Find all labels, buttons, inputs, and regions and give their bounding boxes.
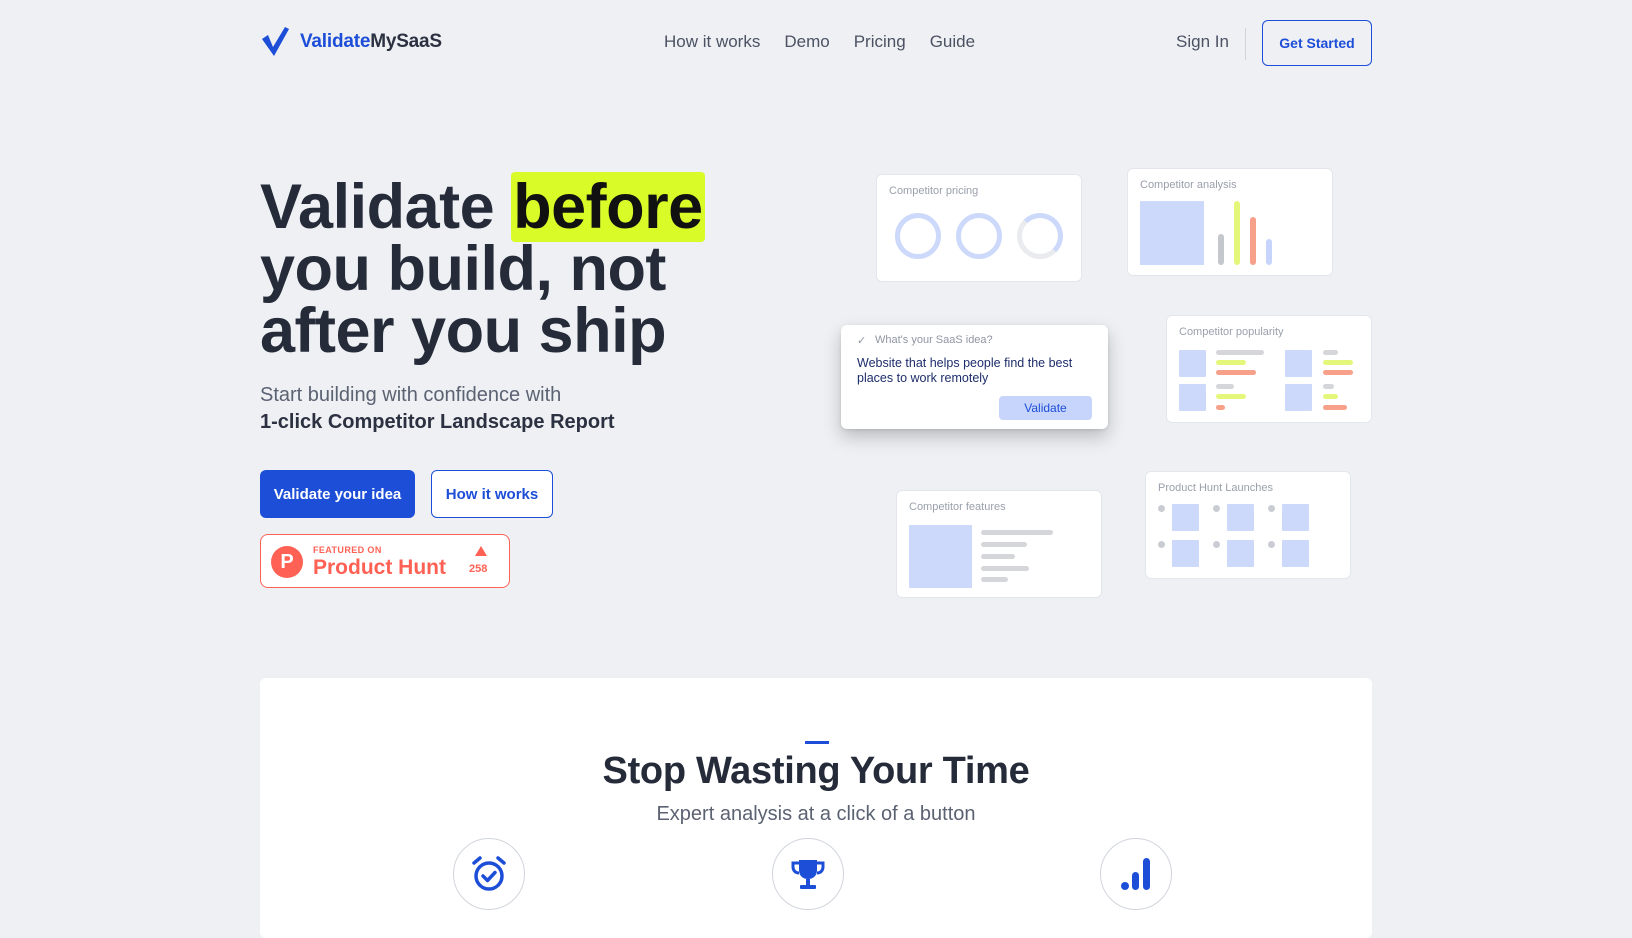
product-hunt-icon: P — [271, 546, 303, 578]
trophy-icon — [772, 838, 844, 910]
donut-chart — [895, 213, 941, 259]
product-hunt-launches-card: Product Hunt Launches — [1145, 471, 1351, 579]
alarm-clock-icon — [453, 838, 525, 910]
text-line — [1323, 370, 1353, 375]
sign-in-link[interactable]: Sign In — [1176, 32, 1229, 52]
product-hunt-badge[interactable]: P FEATURED ON Product Hunt 258 — [260, 534, 510, 588]
image-placeholder — [1282, 504, 1309, 531]
main-nav: How it works Demo Pricing Guide — [664, 32, 975, 52]
text-line — [981, 566, 1029, 571]
bullet-dot — [1158, 505, 1165, 512]
competitor-popularity-card: Competitor popularity — [1166, 315, 1372, 423]
chart-bar — [1234, 201, 1240, 265]
nav-pricing[interactable]: Pricing — [854, 32, 906, 52]
image-placeholder — [1227, 540, 1254, 567]
get-started-button[interactable]: Get Started — [1262, 20, 1372, 66]
nav-how-it-works[interactable]: How it works — [664, 32, 760, 52]
chart-bar — [1250, 217, 1256, 265]
text-line — [1216, 405, 1225, 410]
text-line — [1216, 350, 1264, 355]
highlighted-word: before — [511, 172, 705, 242]
image-placeholder — [1227, 504, 1254, 531]
idea-input[interactable]: Website that helps people find the best … — [857, 356, 1087, 386]
text-line — [1323, 384, 1334, 389]
text-line — [981, 530, 1053, 535]
image-placeholder — [1285, 350, 1312, 377]
upvote-count: 258 — [469, 563, 488, 575]
validate-button[interactable]: Validate — [999, 396, 1092, 420]
donut-chart — [956, 213, 1002, 259]
text-line — [1323, 405, 1347, 410]
bullet-dot — [1268, 541, 1275, 548]
image-placeholder — [1140, 201, 1204, 265]
chart-bar — [1218, 234, 1224, 265]
section-subtitle: Expert analysis at a click of a button — [656, 803, 976, 825]
validate-idea-button[interactable]: Validate your idea — [260, 470, 415, 518]
section-title: Stop Wasting Your Time — [602, 750, 1030, 792]
bar-chart-icon — [1100, 838, 1172, 910]
logo-mark-icon — [262, 27, 289, 56]
text-line — [1216, 384, 1234, 389]
how-it-works-button[interactable]: How it works — [431, 470, 553, 518]
logo[interactable]: ValidateMySaaS — [260, 24, 442, 60]
nav-guide[interactable]: Guide — [930, 32, 975, 52]
image-placeholder — [1172, 540, 1199, 567]
bullet-dot — [1213, 505, 1220, 512]
image-placeholder — [909, 525, 972, 588]
text-line — [1216, 370, 1256, 375]
text-line — [981, 554, 1015, 559]
upvote-arrow-icon — [475, 546, 487, 556]
image-placeholder — [1179, 350, 1206, 377]
saas-idea-card: ✓ What's your SaaS idea? Website that he… — [841, 325, 1108, 429]
image-placeholder — [1179, 384, 1206, 411]
hero-subtitle-bold: 1-click Competitor Landscape Report — [260, 411, 615, 433]
text-line — [981, 542, 1027, 547]
logo-text: ValidateMySaaS — [300, 31, 442, 52]
image-placeholder — [1282, 540, 1309, 567]
bullet-dot — [1158, 541, 1165, 548]
competitor-pricing-card: Competitor pricing — [876, 174, 1082, 282]
nav-demo[interactable]: Demo — [784, 32, 829, 52]
competitor-features-card: Competitor features — [896, 490, 1102, 598]
header-divider — [1245, 28, 1246, 60]
text-line — [1323, 350, 1338, 355]
text-line — [981, 577, 1008, 582]
section-accent-line — [805, 741, 829, 744]
text-line — [1323, 360, 1353, 365]
hero-title: Validate before you build, not after you… — [260, 172, 705, 366]
hero-subtitle: Start building with confidence with — [260, 384, 562, 406]
text-line — [1323, 394, 1338, 399]
bullet-dot — [1213, 541, 1220, 548]
image-placeholder — [1172, 504, 1199, 531]
text-line — [1216, 360, 1246, 365]
image-placeholder — [1285, 384, 1312, 411]
donut-chart — [1017, 213, 1063, 259]
competitor-analysis-card: Competitor analysis — [1127, 168, 1333, 276]
logo-mark-icon: ✓ — [857, 335, 867, 347]
chart-bar — [1266, 239, 1272, 265]
text-line — [1216, 394, 1246, 399]
bullet-dot — [1268, 505, 1275, 512]
